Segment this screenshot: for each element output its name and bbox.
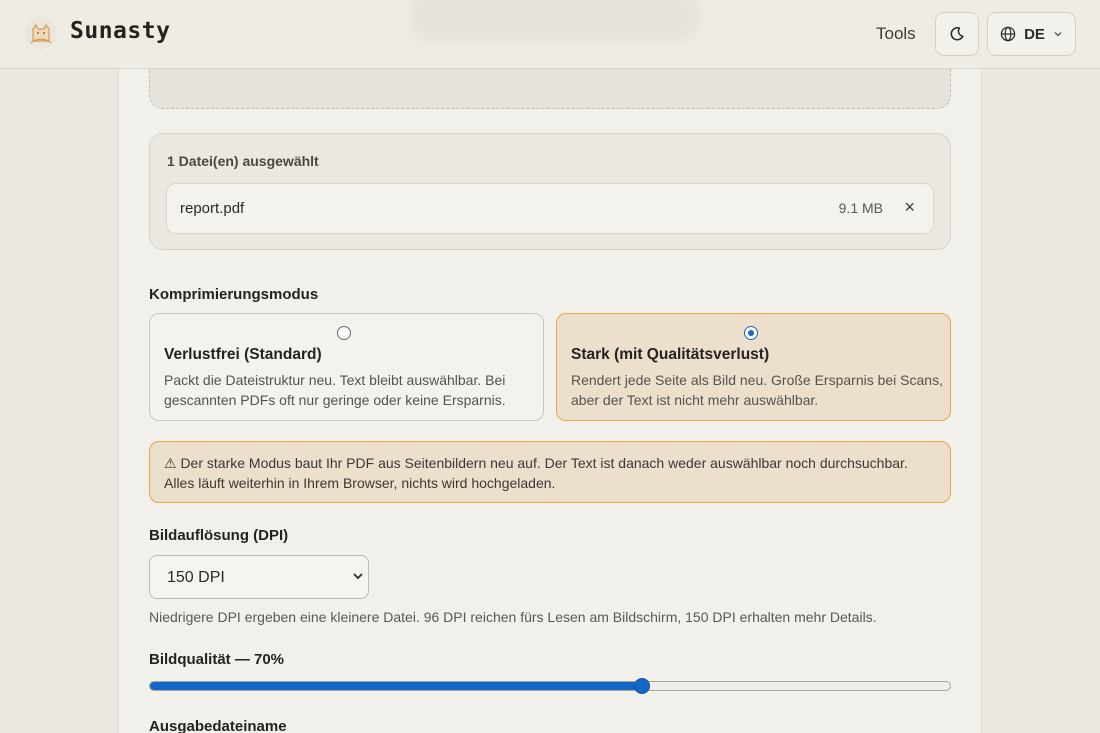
globe-icon <box>1000 26 1016 42</box>
mode-title: Stark (mit Qualitätsverlust) <box>571 346 770 363</box>
brand-name[interactable]: Sunasty <box>70 18 170 44</box>
selected-files-count: 1 Datei(en) ausgewählt <box>167 153 319 169</box>
language-code: DE <box>1024 25 1045 43</box>
selected-files-panel: 1 Datei(en) ausgewählt report.pdf 9.1 MB… <box>149 133 951 250</box>
quality-label: Bildqualität — 70% <box>149 651 285 668</box>
mode-radio-strong[interactable] <box>744 326 758 340</box>
chevron-down-icon <box>353 573 363 580</box>
dpi-select[interactable]: 150 DPI <box>149 555 369 599</box>
strong-mode-warning: ⚠ Der starke Modus baut Ihr PDF aus Seit… <box>149 441 951 503</box>
language-select-button[interactable]: DE <box>987 12 1076 56</box>
dpi-hint: Niedrigere DPI ergeben eine kleinere Dat… <box>149 609 877 625</box>
quality-slider-track[interactable] <box>149 681 951 691</box>
mode-title: Verlustfrei (Standard) <box>164 346 322 363</box>
file-list-item: report.pdf 9.1 MB × <box>166 183 934 234</box>
compression-mode-label: Komprimierungsmodus <box>149 286 319 303</box>
nav-tools-link[interactable]: Tools <box>876 24 916 44</box>
mode-option-lossless[interactable]: Verlustfrei (Standard) Packt die Dateist… <box>149 313 544 421</box>
file-name: report.pdf <box>180 200 245 217</box>
output-filename-label: Ausgabedateiname <box>149 718 287 733</box>
moon-icon <box>950 27 964 41</box>
mode-description: Packt die Dateistruktur neu. Text bleibt… <box>164 372 506 408</box>
dpi-label: Bildauflösung (DPI) <box>149 527 289 544</box>
mode-description: Rendert jede Seite als Bild neu. Große E… <box>571 372 943 408</box>
mode-option-strong[interactable]: Stark (mit Qualitätsverlust) Rendert jed… <box>556 313 951 421</box>
theme-toggle-button[interactable] <box>935 12 979 56</box>
blurred-toolbar-overlay <box>410 0 700 42</box>
quality-slider-fill <box>150 682 642 690</box>
remove-file-button[interactable]: × <box>904 197 915 218</box>
file-size: 9.1 MB <box>838 200 883 216</box>
cat-logo-icon[interactable] <box>24 16 58 50</box>
mode-radio-lossless[interactable] <box>337 326 351 340</box>
chevron-down-icon <box>1054 32 1062 37</box>
top-bar: Sunasty Tools DE <box>0 0 1100 69</box>
